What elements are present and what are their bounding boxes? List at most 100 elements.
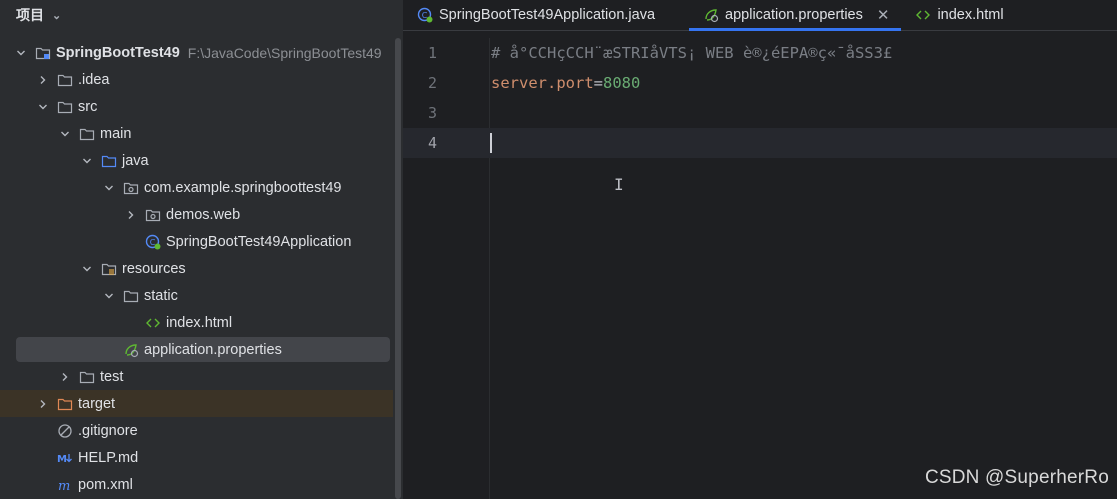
watermark: CSDN @SuperherRo <box>924 467 1109 488</box>
folder-icon <box>123 288 139 304</box>
tree-item-springboottest49application[interactable]: C SpringBootTest49Application <box>0 228 393 255</box>
tree-item-demos-web[interactable]: demos.web <box>0 201 393 228</box>
chevron-down-icon[interactable] <box>14 46 28 60</box>
tree-item-target[interactable]: target <box>0 390 393 417</box>
close-icon[interactable]: ✕ <box>877 6 890 24</box>
code-text: # å°CCHçCCH¨æSTRIåVTS¡ WEB è®¿éEPA®ç«¯åS… <box>491 44 892 62</box>
folder-icon <box>79 126 95 142</box>
tree-item-label: HELP.md <box>78 449 139 466</box>
project-tree: SpringBootTest49 F:\JavaCode\SpringBootTe… <box>0 39 393 498</box>
tree-item-label: index.html <box>166 314 233 331</box>
tree-item-src[interactable]: src <box>0 93 393 120</box>
mouse-ibeam-cursor: I <box>614 175 624 194</box>
tab-springboottest49application-java[interactable]: C SpringBootTest49Application.java <box>403 0 667 30</box>
line-number: 3 <box>427 104 437 122</box>
code-line[interactable]: 2 server.port=8080 <box>403 68 1117 98</box>
tab-label: application.properties <box>725 7 863 23</box>
comment-text: # å°CCHçCCH¨æSTRIåVTS¡ WEB è®¿éEPA®ç«¯åS… <box>491 44 893 62</box>
resources-folder-icon <box>101 261 117 277</box>
tree-item-label: resources <box>122 260 186 277</box>
tree-item-label: static <box>144 287 178 304</box>
tree-item-label: java <box>122 152 149 169</box>
tree-item-application-properties[interactable]: application.properties <box>0 336 393 363</box>
tree-item-static[interactable]: static <box>0 282 393 309</box>
chevron-down-icon[interactable] <box>36 100 50 114</box>
tree-item-label: pom.xml <box>78 476 133 493</box>
code-line[interactable]: 1 # å°CCHçCCH¨æSTRIåVTS¡ WEB è®¿éEPA®ç«¯å… <box>403 38 1117 68</box>
line-number: 2 <box>427 74 437 92</box>
tree-item-label: .idea <box>78 71 110 88</box>
maven-icon: m <box>57 477 73 493</box>
chevron-down-icon[interactable] <box>102 181 116 195</box>
source-folder-icon <box>101 153 117 169</box>
tree-item-index-html[interactable]: index.html <box>0 309 393 336</box>
property-equals: = <box>593 74 603 92</box>
module-folder-icon <box>35 45 51 61</box>
folder-icon <box>57 72 73 88</box>
package-icon <box>123 180 139 196</box>
tree-item-help-md[interactable]: M HELP.md <box>0 444 393 471</box>
chevron-down-icon[interactable] <box>102 289 116 303</box>
tree-item-resources[interactable]: resources <box>0 255 393 282</box>
chevron-down-icon[interactable] <box>80 262 94 276</box>
svg-text:m: m <box>58 479 70 493</box>
tree-item-label: SpringBootTest49 <box>56 44 180 61</box>
tree-item-springboottest49[interactable]: SpringBootTest49 F:\JavaCode\SpringBootTe… <box>0 39 393 66</box>
project-panel: 项目 ⌄ SpringBootTest49 F:\JavaCode\SpringB… <box>0 0 393 499</box>
tab-index-html[interactable]: index.html <box>901 0 1015 30</box>
tree-item-label: application.properties <box>144 341 282 358</box>
chevron-right-icon[interactable] <box>58 370 72 384</box>
chevron-down-icon[interactable]: ⌄ <box>52 9 61 22</box>
tree-item-label: test <box>100 368 124 385</box>
tab-label: SpringBootTest49Application.java <box>439 7 656 23</box>
tree-item-idea[interactable]: .idea <box>0 66 393 93</box>
tree-item-main[interactable]: main <box>0 120 393 147</box>
tree-item-label: .gitignore <box>78 422 138 439</box>
tab-label: index.html <box>937 7 1004 23</box>
folder-icon <box>79 369 95 385</box>
tab-application-properties[interactable]: application.properties ✕ <box>689 0 902 31</box>
package-icon <box>145 207 161 223</box>
editor-tab-bar: C SpringBootTest49Application.java applica… <box>403 0 1117 31</box>
spring-properties-icon <box>703 7 719 23</box>
chevron-down-icon[interactable] <box>58 127 72 141</box>
chevron-right-icon[interactable] <box>36 397 50 411</box>
property-value: 8080 <box>603 74 641 92</box>
gitignore-icon <box>57 423 73 439</box>
folder-icon <box>57 99 73 115</box>
excluded-folder-icon <box>57 396 73 412</box>
tree-item-pom-xml[interactable]: m pom.xml <box>0 471 393 498</box>
code-line[interactable]: 3 <box>403 98 1117 128</box>
editor-area: C SpringBootTest49Application.java applica… <box>403 0 1117 499</box>
line-number: 4 <box>427 134 437 152</box>
tree-item-label: com.example.springboottest49 <box>144 179 342 196</box>
svg-text:M: M <box>57 454 67 465</box>
chevron-right-icon[interactable] <box>124 208 138 222</box>
text-caret <box>490 133 492 153</box>
project-scrollbar[interactable] <box>393 0 403 499</box>
line-number: 1 <box>427 44 437 62</box>
tree-item-test[interactable]: test <box>0 363 393 390</box>
tree-item-java[interactable]: java <box>0 147 393 174</box>
project-path: F:\JavaCode\SpringBootTest49 <box>187 44 382 61</box>
tree-item-label: SpringBootTest49Application <box>166 233 352 250</box>
tree-item-label: main <box>100 125 132 142</box>
tree-item-com-example-springboottest49[interactable]: com.example.springboottest49 <box>0 174 393 201</box>
chevron-down-icon[interactable] <box>80 154 94 168</box>
tree-item-gitignore[interactable]: .gitignore <box>0 417 393 444</box>
project-scrollbar-thumb[interactable] <box>395 38 401 499</box>
spring-properties-icon <box>123 342 139 358</box>
project-panel-header[interactable]: 项目 ⌄ <box>0 0 393 30</box>
code-line[interactable]: 4 <box>403 128 1117 158</box>
code-area[interactable]: 1 # å°CCHçCCH¨æSTRIåVTS¡ WEB è®¿éEPA®ç«¯å… <box>403 38 1117 158</box>
html-file-icon <box>915 7 931 23</box>
tree-item-label: target <box>78 395 116 412</box>
spring-class-icon: C <box>145 234 161 250</box>
chevron-right-icon[interactable] <box>36 73 50 87</box>
code-text: server.port=8080 <box>491 74 640 92</box>
